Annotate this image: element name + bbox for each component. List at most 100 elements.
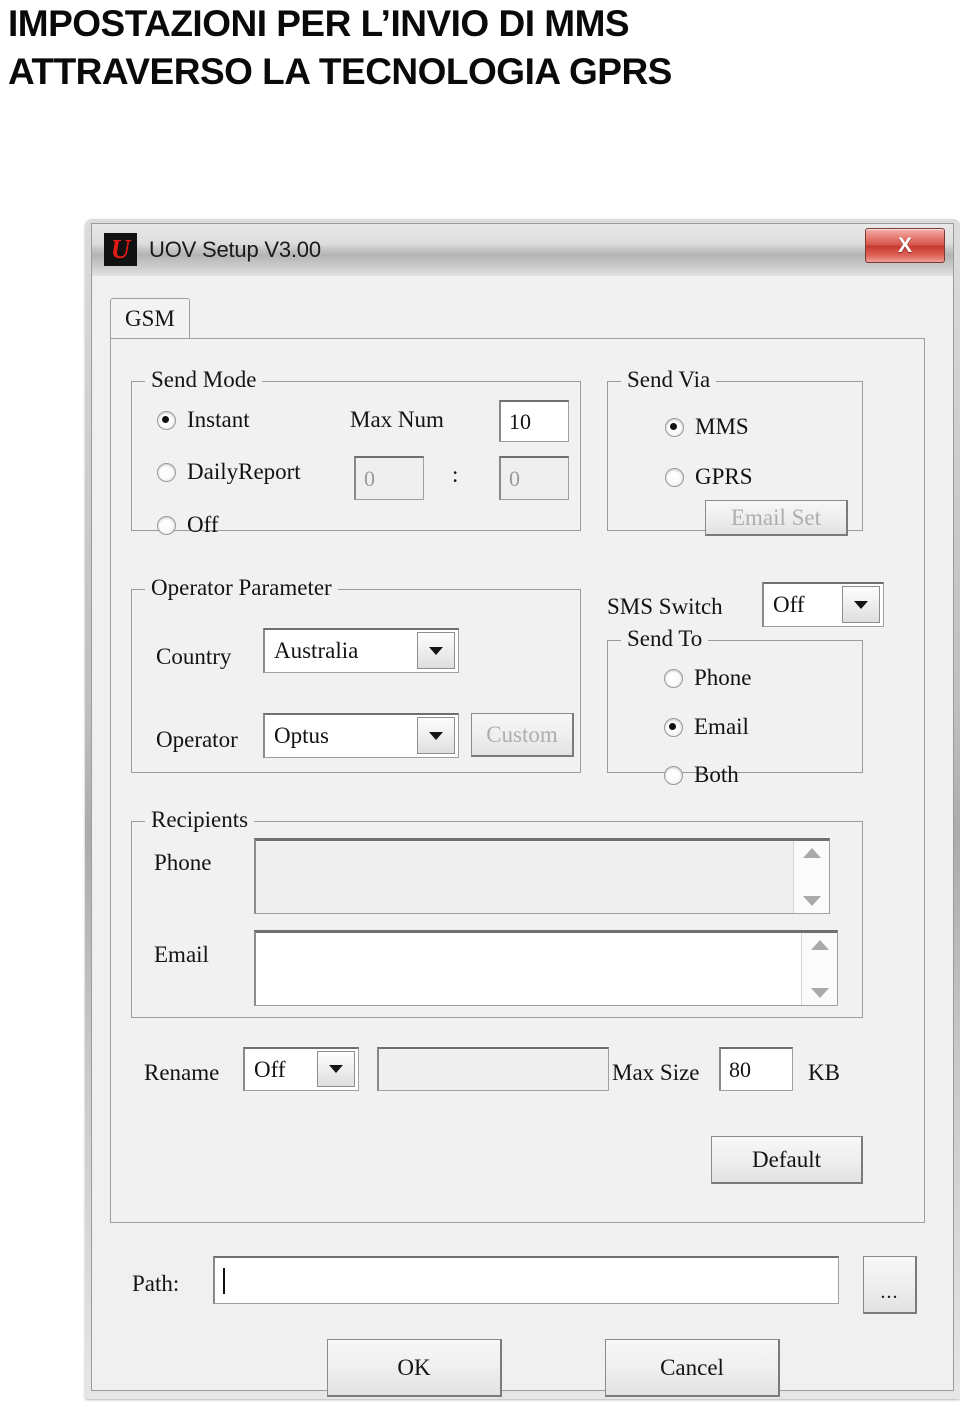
recipients-email-value bbox=[256, 933, 801, 1005]
chevron-down-icon[interactable] bbox=[842, 586, 880, 623]
window-title: UOV Setup V3.00 bbox=[149, 237, 321, 262]
custom-button-label: Custom bbox=[486, 721, 558, 747]
default-button[interactable]: Default bbox=[711, 1136, 863, 1184]
close-button[interactable]: X bbox=[865, 228, 945, 263]
path-label: Path: bbox=[132, 1271, 180, 1296]
radio-send-via-gprs[interactable]: GPRS bbox=[665, 464, 753, 490]
radio-send-via-gprs-label: GPRS bbox=[695, 464, 753, 489]
recipients-phone-label: Phone bbox=[154, 850, 212, 875]
radio-send-to-email-label: Email bbox=[694, 714, 749, 739]
tab-gsm[interactable]: GSM bbox=[110, 298, 190, 339]
max-num-input[interactable]: 10 bbox=[499, 400, 569, 442]
operator-parameter-legend: Operator Parameter bbox=[145, 575, 338, 601]
recipients-legend: Recipients bbox=[145, 807, 255, 833]
chevron-down-icon[interactable] bbox=[317, 1051, 355, 1087]
path-browse-button[interactable]: ... bbox=[863, 1256, 917, 1314]
ok-button-label: OK bbox=[397, 1354, 431, 1380]
tab-control: GSM Send Mode Instant DailyReport Off Ma… bbox=[110, 298, 925, 1223]
sms-switch-value: Off bbox=[773, 592, 805, 617]
max-size-label: Max Size bbox=[612, 1060, 700, 1085]
page-title: IMPOSTAZIONI PER L’INVIO DI MMS ATTRAVER… bbox=[8, 0, 928, 96]
scroll-up-icon[interactable] bbox=[810, 940, 829, 950]
uov-setup-window: U UOV Setup V3.00 X GSM Send Mode Instan… bbox=[85, 219, 960, 1399]
radio-send-to-both-label: Both bbox=[694, 762, 739, 787]
recipients-phone-textarea[interactable] bbox=[254, 838, 830, 914]
default-button-label: Default bbox=[752, 1146, 821, 1172]
app-logo-icon: U bbox=[104, 233, 137, 266]
operator-combobox[interactable]: Optus bbox=[263, 713, 459, 758]
recipients-email-scrollbar[interactable] bbox=[801, 933, 837, 1005]
custom-button[interactable]: Custom bbox=[471, 713, 574, 757]
rename-value: Off bbox=[254, 1056, 286, 1082]
max-size-unit-label: KB bbox=[808, 1060, 840, 1085]
cancel-button-label: Cancel bbox=[660, 1354, 724, 1380]
radio-button-icon bbox=[157, 462, 176, 482]
radio-button-icon bbox=[664, 668, 683, 688]
radio-send-to-phone-label: Phone bbox=[694, 665, 752, 690]
radio-button-icon bbox=[665, 467, 684, 487]
chevron-down-icon[interactable] bbox=[417, 632, 455, 669]
recipients-email-textarea[interactable] bbox=[254, 930, 838, 1006]
recipients-phone-scrollbar[interactable] bbox=[793, 841, 829, 913]
page-title-line-2: ATTRAVERSO LA TECNOLOGIA GPRS bbox=[8, 51, 672, 92]
send-mode-legend: Send Mode bbox=[145, 367, 263, 393]
rename-combobox[interactable]: Off bbox=[243, 1047, 359, 1091]
daily-report-hour-value: 0 bbox=[364, 465, 375, 491]
email-set-button[interactable]: Email Set bbox=[705, 500, 848, 536]
scroll-down-icon[interactable] bbox=[802, 896, 821, 906]
radio-button-icon bbox=[664, 765, 683, 785]
send-mode-group: Send Mode Instant DailyReport Off Max Nu… bbox=[131, 367, 581, 537]
scroll-up-icon[interactable] bbox=[802, 848, 821, 858]
radio-send-to-both[interactable]: Both bbox=[664, 762, 739, 788]
radio-send-via-mms-label: MMS bbox=[695, 414, 749, 439]
country-label: Country bbox=[156, 644, 232, 669]
sms-switch-label: SMS Switch bbox=[607, 594, 723, 619]
send-to-legend: Send To bbox=[621, 626, 709, 652]
recipients-phone-value bbox=[256, 841, 793, 913]
window-titlebar[interactable]: U UOV Setup V3.00 X bbox=[92, 224, 953, 277]
radio-send-mode-instant[interactable]: Instant bbox=[157, 407, 250, 433]
country-value: Australia bbox=[274, 638, 359, 663]
sms-switch-combobox[interactable]: Off bbox=[762, 582, 884, 627]
max-num-label: Max Num bbox=[350, 407, 444, 432]
app-logo-glyph: U bbox=[110, 234, 131, 264]
daily-report-minute-input[interactable]: 0 bbox=[499, 456, 569, 500]
window-inner: U UOV Setup V3.00 X GSM Send Mode Instan… bbox=[91, 223, 954, 1397]
radio-button-icon bbox=[664, 717, 683, 737]
country-combobox[interactable]: Australia bbox=[263, 628, 459, 673]
radio-button-icon bbox=[157, 410, 176, 430]
send-via-group: Send Via MMS GPRS Email Set bbox=[607, 367, 863, 536]
send-to-group: Send To Phone Email Both bbox=[607, 626, 863, 787]
window-client-area: GSM Send Mode Instant DailyReport Off Ma… bbox=[92, 276, 953, 1397]
operator-label: Operator bbox=[156, 727, 238, 752]
send-via-legend: Send Via bbox=[621, 367, 717, 393]
tab-gsm-label: GSM bbox=[125, 306, 175, 331]
close-icon: X bbox=[897, 233, 912, 257]
max-size-input[interactable]: 80 bbox=[719, 1047, 793, 1091]
path-input[interactable] bbox=[213, 1256, 839, 1304]
scroll-down-icon[interactable] bbox=[810, 988, 829, 998]
text-caret bbox=[223, 1267, 225, 1294]
radio-button-icon bbox=[157, 515, 176, 535]
recipients-email-label: Email bbox=[154, 942, 209, 967]
time-separator: : bbox=[452, 462, 459, 487]
radio-send-mode-off-label: Off bbox=[187, 512, 219, 537]
radio-send-via-mms[interactable]: MMS bbox=[665, 414, 749, 440]
radio-send-mode-instant-label: Instant bbox=[187, 407, 250, 432]
rename-text-input[interactable] bbox=[377, 1047, 609, 1091]
daily-report-minute-value: 0 bbox=[509, 465, 520, 491]
radio-send-to-phone[interactable]: Phone bbox=[664, 665, 752, 691]
radio-send-mode-dailyreport[interactable]: DailyReport bbox=[157, 459, 301, 485]
chevron-down-icon[interactable] bbox=[417, 717, 455, 754]
operator-parameter-group: Operator Parameter Country Australia Ope… bbox=[131, 575, 581, 773]
operator-value: Optus bbox=[274, 723, 329, 748]
ok-button[interactable]: OK bbox=[327, 1339, 502, 1397]
daily-report-hour-input[interactable]: 0 bbox=[354, 456, 424, 500]
cancel-button[interactable]: Cancel bbox=[605, 1339, 780, 1397]
radio-send-to-email[interactable]: Email bbox=[664, 714, 749, 740]
max-num-value: 10 bbox=[509, 408, 531, 434]
page-title-line-1: IMPOSTAZIONI PER L’INVIO DI MMS bbox=[8, 3, 630, 44]
tab-panel-gsm: Send Mode Instant DailyReport Off Max Nu… bbox=[110, 338, 925, 1223]
radio-send-mode-off[interactable]: Off bbox=[157, 512, 219, 538]
radio-button-icon bbox=[665, 417, 684, 437]
